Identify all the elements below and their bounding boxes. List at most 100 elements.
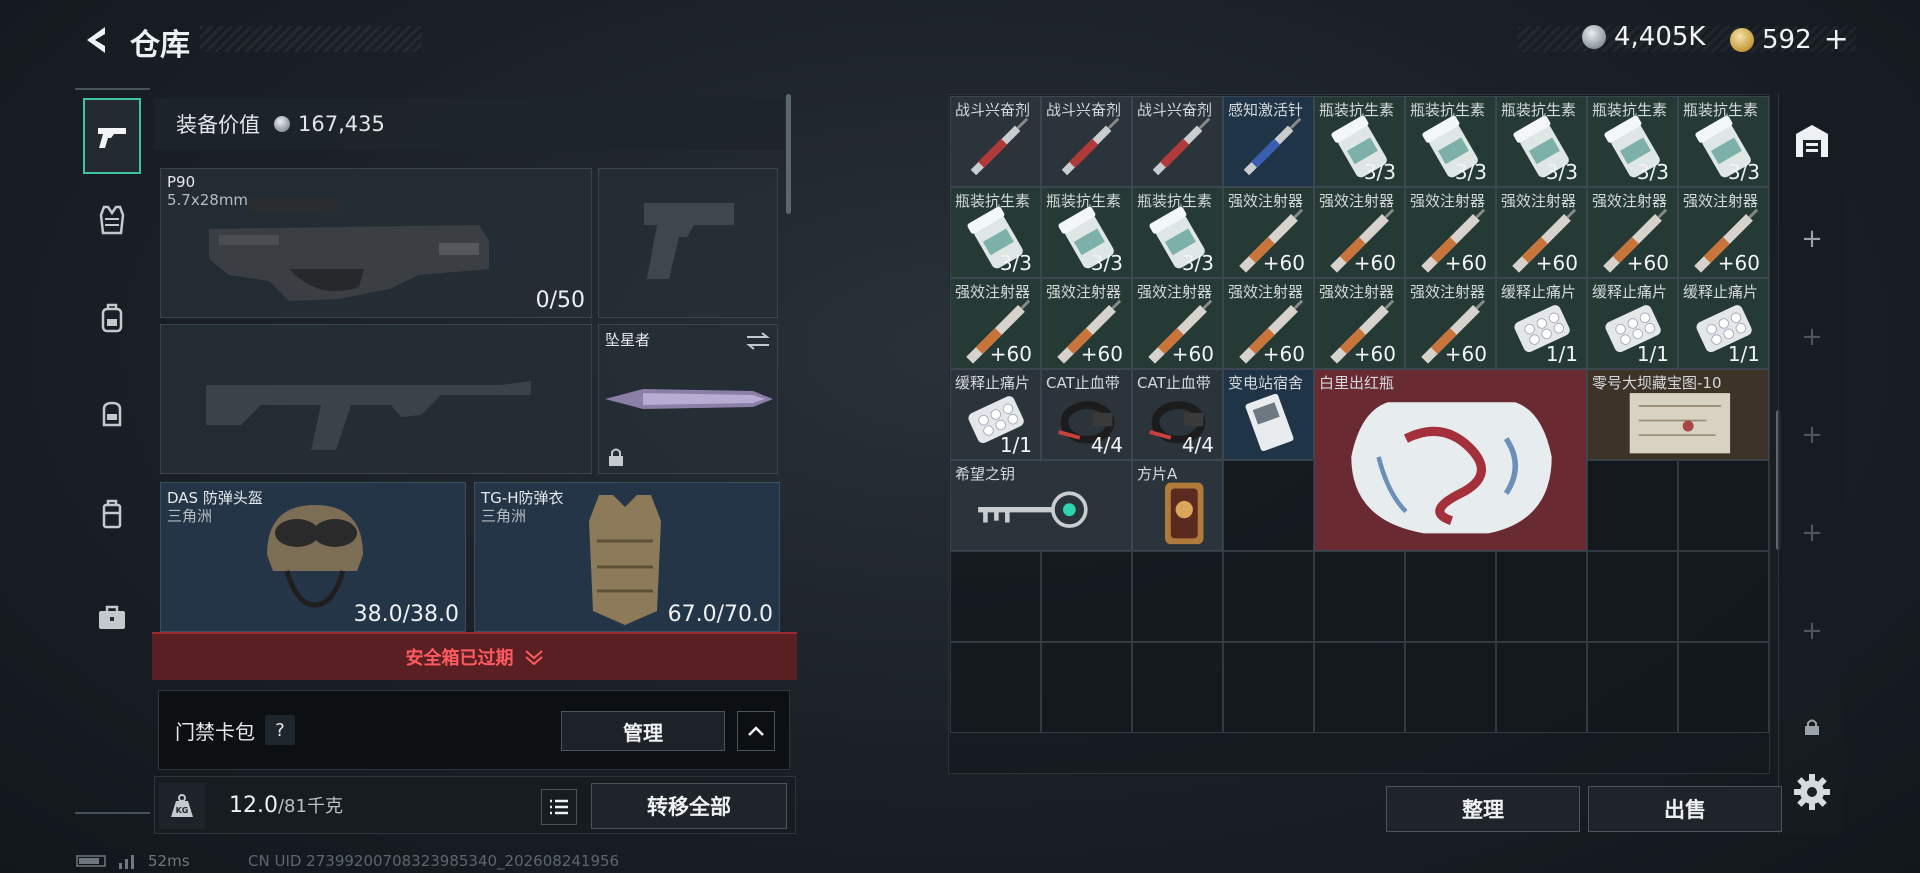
storage-item[interactable]: 瓶装抗生素 3/3 xyxy=(1678,96,1769,187)
grid-cell[interactable] xyxy=(1314,642,1405,733)
storage-tab-add-5[interactable]: + xyxy=(1789,608,1835,654)
storage-item[interactable]: 瓶装抗生素 3/3 xyxy=(1132,187,1223,278)
nav-bag[interactable] xyxy=(83,376,141,452)
storage-item[interactable]: 强效注射器 +60 xyxy=(1223,278,1314,369)
storage-item[interactable]: 强效注射器 +60 xyxy=(1587,187,1678,278)
storage-tab-add-1[interactable]: + xyxy=(1789,216,1835,262)
storage-item[interactable]: 瓶装抗生素 3/3 xyxy=(1587,96,1678,187)
tidy-button[interactable]: 整理 xyxy=(1386,786,1580,832)
grid-cell[interactable] xyxy=(1405,642,1496,733)
grid-cell[interactable] xyxy=(1314,551,1405,642)
grid-cell[interactable] xyxy=(1041,642,1132,733)
storage-item[interactable]: CAT止血带 4/4 xyxy=(1041,369,1132,460)
storage-item[interactable]: 战斗兴奋剂 xyxy=(950,96,1041,187)
storage-item[interactable]: 缓释止痛片 1/1 xyxy=(1587,278,1678,369)
storage-item[interactable]: 强效注射器 +60 xyxy=(1223,187,1314,278)
storage-item[interactable]: 战斗兴奋剂 xyxy=(1132,96,1223,187)
svg-text:KG: KG xyxy=(176,806,189,815)
grid-cell[interactable] xyxy=(1678,642,1769,733)
grid-cell[interactable] xyxy=(1132,642,1223,733)
transfer-all-button[interactable]: 转移全部 xyxy=(591,783,787,829)
nav-backpack[interactable] xyxy=(83,280,141,356)
equip-scrollbar[interactable] xyxy=(786,94,791,214)
grid-cell[interactable] xyxy=(1678,460,1769,551)
p90-rifle-icon xyxy=(209,197,489,301)
storage-item[interactable]: 强效注射器 +60 xyxy=(1496,187,1587,278)
storage-item[interactable]: 强效注射器 +60 xyxy=(1678,187,1769,278)
storage-item[interactable]: 强效注射器 +60 xyxy=(1041,278,1132,369)
grid-cell[interactable] xyxy=(1587,642,1678,733)
item-name: 战斗兴奋剂 xyxy=(1137,101,1213,119)
grid-cell[interactable] xyxy=(1405,551,1496,642)
storage-item[interactable]: 白里出红瓶 xyxy=(1314,369,1587,551)
grid-cell[interactable] xyxy=(1587,551,1678,642)
item-name: CAT止血带 xyxy=(1137,374,1211,392)
storage-item[interactable]: 瓶装抗生素 3/3 xyxy=(1405,96,1496,187)
item-count: 1/1 xyxy=(1727,342,1760,366)
storage-item[interactable]: 强效注射器 +60 xyxy=(1405,187,1496,278)
storage-item[interactable]: 感知激活针 xyxy=(1223,96,1314,187)
armor-slot[interactable]: TG-H防弹衣 三角洲 67.0/70.0 xyxy=(474,482,780,632)
storage-item[interactable]: 瓶装抗生素 3/3 xyxy=(1314,96,1405,187)
nav-vest[interactable] xyxy=(83,182,141,258)
safe-box-expired-bar[interactable]: 安全箱已过期 xyxy=(152,632,797,680)
grid-cell[interactable] xyxy=(1223,551,1314,642)
storage-item[interactable]: 缓释止痛片 1/1 xyxy=(1496,278,1587,369)
melee-slot[interactable]: 坠星者 xyxy=(598,324,778,474)
secondary-weapon-slot[interactable] xyxy=(160,324,592,474)
storage-item[interactable]: 方片A xyxy=(1132,460,1223,551)
add-currency-button[interactable]: + xyxy=(1824,22,1849,57)
grid-cell[interactable] xyxy=(1496,551,1587,642)
storage-item[interactable]: 缓释止痛片 1/1 xyxy=(1678,278,1769,369)
left-category-nav xyxy=(75,88,150,814)
storage-tab-main[interactable] xyxy=(1789,118,1835,164)
grid-cell[interactable] xyxy=(1223,642,1314,733)
back-button[interactable] xyxy=(74,18,118,62)
nav-briefcase[interactable] xyxy=(83,580,141,656)
grid-cell[interactable] xyxy=(950,642,1041,733)
storage-item[interactable]: 瓶装抗生素 3/3 xyxy=(950,187,1041,278)
storage-item[interactable]: 强效注射器 +60 xyxy=(1314,187,1405,278)
storage-item[interactable]: 缓释止痛片 1/1 xyxy=(950,369,1041,460)
nav-case[interactable] xyxy=(83,476,141,552)
storage-item[interactable]: 瓶装抗生素 3/3 xyxy=(1041,187,1132,278)
manage-button[interactable]: 管理 xyxy=(561,711,725,751)
help-icon[interactable]: ? xyxy=(265,715,295,745)
sell-button[interactable]: 出售 xyxy=(1588,786,1782,832)
storage-item[interactable]: 瓶装抗生素 3/3 xyxy=(1496,96,1587,187)
storage-item[interactable]: 强效注射器 +60 xyxy=(1132,278,1223,369)
storage-item[interactable]: 零号大坝藏宝图-10 xyxy=(1587,369,1769,460)
nav-weapons[interactable] xyxy=(83,98,141,174)
storage-item[interactable]: 强效注射器 +60 xyxy=(950,278,1041,369)
storage-item[interactable]: CAT止血带 4/4 xyxy=(1132,369,1223,460)
grid-cell[interactable] xyxy=(1223,460,1314,551)
item-name: 感知激活针 xyxy=(1228,101,1304,119)
sidearm-slot[interactable] xyxy=(598,168,778,318)
storage-item[interactable]: 变电站宿舍 xyxy=(1223,369,1314,460)
primary-weapon-slot[interactable]: P90 5.7x28mm 0/50 xyxy=(160,168,592,318)
grid-cell[interactable] xyxy=(950,551,1041,642)
swap-icon[interactable] xyxy=(745,331,771,351)
storage-item[interactable]: 强效注射器 +60 xyxy=(1314,278,1405,369)
storage-icon xyxy=(1796,125,1828,157)
vase-icon xyxy=(1351,402,1552,534)
settings-gear-icon[interactable] xyxy=(1790,770,1834,814)
storage-item[interactable]: 战斗兴奋剂 xyxy=(1041,96,1132,187)
storage-tab-add-4[interactable]: + xyxy=(1789,510,1835,556)
grid-cell[interactable] xyxy=(1678,551,1769,642)
grid-cell[interactable] xyxy=(1496,642,1587,733)
list-view-button[interactable] xyxy=(541,789,577,825)
storage-tab-add-3[interactable]: + xyxy=(1789,412,1835,458)
storage-item[interactable]: 希望之钥 xyxy=(950,460,1132,551)
grid-cell[interactable] xyxy=(1587,460,1678,551)
helmet-slot[interactable]: DAS 防弹头盔 三角洲 38.0/38.0 xyxy=(160,482,466,632)
pistol-icon xyxy=(98,128,126,148)
collapse-button[interactable] xyxy=(737,711,775,751)
grid-cell[interactable] xyxy=(1132,551,1223,642)
grid-cell[interactable] xyxy=(1041,551,1132,642)
storage-item[interactable]: 强效注射器 +60 xyxy=(1405,278,1496,369)
item-name: 强效注射器 xyxy=(1228,192,1304,210)
storage-tab-add-2[interactable]: + xyxy=(1789,314,1835,360)
storage-tab-locked[interactable] xyxy=(1789,704,1835,750)
currency-silver: 4,405K xyxy=(1582,22,1705,52)
